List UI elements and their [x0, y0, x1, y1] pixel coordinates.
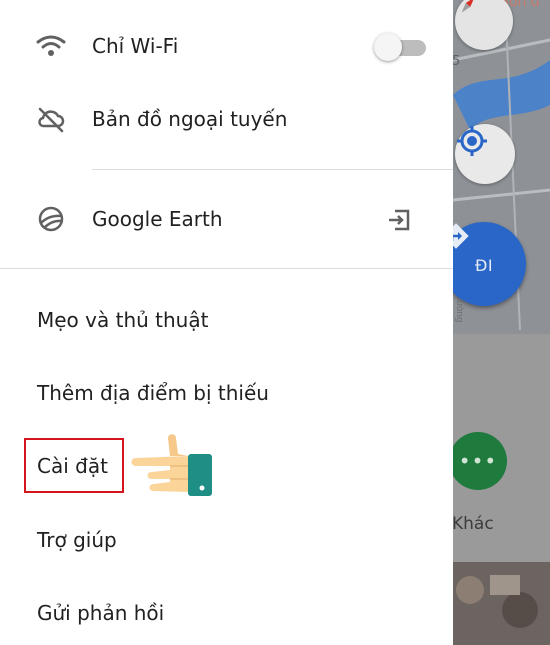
help-label: Trợ giúp	[37, 528, 117, 552]
offline-maps-label: Bản đồ ngoại tuyến	[92, 107, 288, 131]
pointing-hand-icon	[130, 432, 214, 502]
settings-highlight-box	[24, 438, 124, 493]
tips-label: Mẹo và thủ thuật	[37, 308, 209, 332]
my-location-button[interactable]	[455, 124, 515, 184]
map-number-label: 5	[452, 54, 461, 69]
divider	[92, 169, 453, 170]
drawer-item-google-earth[interactable]: Google Earth	[0, 197, 453, 241]
directions-go-label: ĐI	[474, 255, 494, 275]
wifi-only-toggle[interactable]	[374, 33, 426, 61]
wifi-icon	[36, 31, 66, 61]
street-label: ường	[454, 300, 464, 323]
drawer-item-wifi-only[interactable]: Chỉ Wi-Fi	[0, 24, 453, 68]
google-earth-label: Google Earth	[92, 207, 223, 231]
wifi-only-label: Chỉ Wi-Fi	[92, 34, 179, 58]
drawer-item-offline-maps[interactable]: Bản đồ ngoại tuyến	[0, 97, 453, 141]
add-missing-place-label: Thêm địa điểm bị thiếu	[37, 381, 269, 405]
navigation-drawer: Chỉ Wi-Fi Bản đồ ngoại tuyến Google Eart…	[0, 0, 453, 645]
more-label: Khác	[452, 514, 494, 534]
more-dots-icon: •••	[458, 449, 498, 473]
divider	[0, 268, 453, 269]
more-button[interactable]: •••	[449, 432, 507, 490]
feedback-label: Gửi phản hồi	[37, 601, 165, 625]
offline-map-icon	[36, 104, 66, 134]
drawer-item-help[interactable]: Trợ giúp	[0, 518, 453, 562]
drawer-item-add-missing-place[interactable]: Thêm địa điểm bị thiếu	[0, 371, 453, 415]
google-earth-icon	[36, 204, 66, 234]
drawer-item-feedback[interactable]: Gửi phản hồi	[0, 591, 453, 635]
directions-go-button[interactable]: ĐI	[442, 222, 526, 306]
drawer-item-tips[interactable]: Mẹo và thủ thuật	[0, 298, 453, 342]
open-external-icon	[385, 206, 413, 234]
